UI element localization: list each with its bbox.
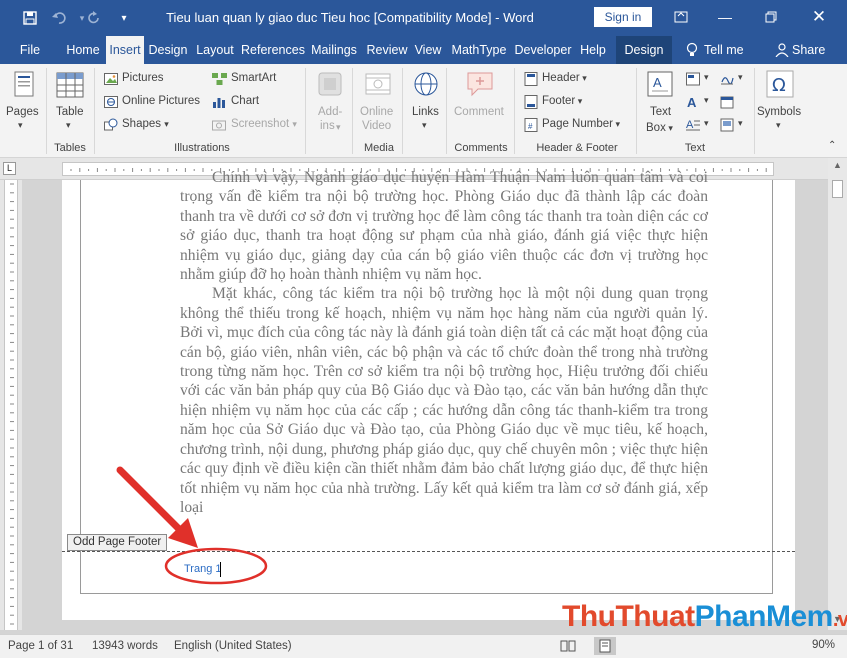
scroll-thumb[interactable] [832, 180, 843, 198]
scroll-up-icon[interactable]: ▲ [831, 160, 844, 174]
annotation-overlay [116, 466, 268, 585]
status-bar: Page 1 of 31 13943 words English (United… [0, 634, 847, 658]
print-layout-icon[interactable] [594, 637, 616, 655]
vertical-scrollbar[interactable]: ▲ ▼ [828, 158, 847, 630]
word-count[interactable]: 13943 words [92, 640, 158, 652]
watermark-part-1: ThuThuat [562, 600, 695, 633]
annotation-ellipse [164, 547, 268, 585]
language[interactable]: English (United States) [174, 640, 292, 652]
annotation-arrow [116, 466, 187, 537]
watermark-part-2: PhanMem [694, 600, 834, 633]
zoom-level[interactable]: 90% [812, 639, 835, 651]
watermark-part-3: .vn [832, 609, 847, 631]
watermark-logo: ThuThuatPhanMem.vn [562, 600, 847, 634]
word-window: ▾ ▾ Tieu luan quan ly giao duc Tieu hoc … [0, 0, 847, 658]
read-mode-icon[interactable] [560, 639, 576, 653]
page-count[interactable]: Page 1 of 31 [8, 640, 73, 652]
